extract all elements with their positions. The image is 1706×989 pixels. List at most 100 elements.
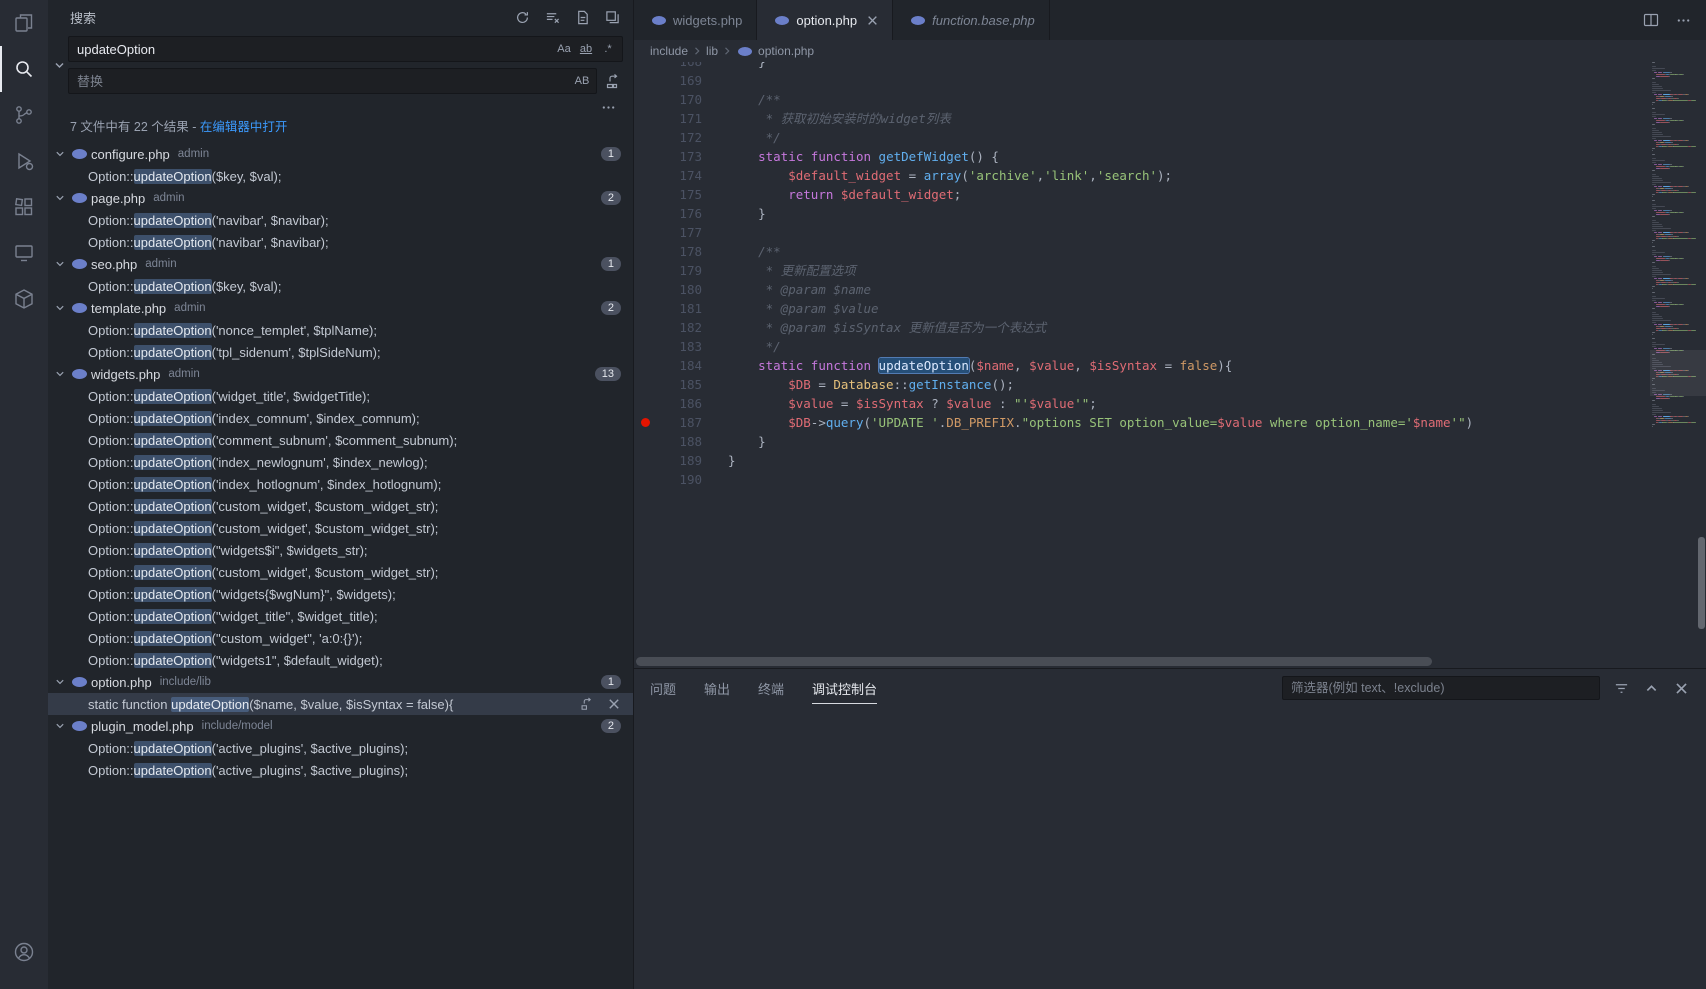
- code-line[interactable]: 172 */: [634, 128, 1650, 147]
- whole-word-toggle[interactable]: ab: [576, 39, 596, 59]
- search-file-row[interactable]: page.php admin 2: [48, 187, 633, 209]
- breadcrumb-item[interactable]: include: [650, 44, 688, 58]
- code-line[interactable]: 171 * 获取初始安装时的widget列表: [634, 109, 1650, 128]
- code-line[interactable]: 176 }: [634, 204, 1650, 223]
- breakpoint-gutter[interactable]: [634, 71, 656, 90]
- code-line[interactable]: 184 static function updateOption($name, …: [634, 356, 1650, 375]
- breakpoint-gutter[interactable]: [634, 204, 656, 223]
- panel-tab[interactable]: 输出: [704, 673, 730, 704]
- search-file-row[interactable]: configure.php admin 1: [48, 143, 633, 165]
- account-icon[interactable]: [0, 929, 48, 975]
- code-line[interactable]: 170 /**: [634, 90, 1650, 109]
- console-filter-input[interactable]: [1282, 676, 1600, 700]
- search-match-row[interactable]: Option::updateOption('navibar', $navibar…: [48, 231, 633, 253]
- breadcrumb-item[interactable]: lib: [706, 44, 718, 58]
- code-line[interactable]: 175 return $default_widget;: [634, 185, 1650, 204]
- vertical-scrollbar[interactable]: [1698, 537, 1705, 629]
- code-line[interactable]: 190: [634, 470, 1650, 489]
- search-input[interactable]: [77, 42, 554, 57]
- package-icon[interactable]: [0, 276, 48, 322]
- replace-all-icon[interactable]: [601, 70, 623, 92]
- breakpoint-gutter[interactable]: [634, 62, 656, 71]
- search-match-row[interactable]: Option::updateOption('custom_widget', $c…: [48, 561, 633, 583]
- breakpoint-gutter[interactable]: [634, 451, 656, 470]
- editor-tab[interactable]: function.base.php: [893, 0, 1050, 40]
- code-line[interactable]: 181 * @param $value: [634, 299, 1650, 318]
- code-line[interactable]: 183 */: [634, 337, 1650, 356]
- search-file-row[interactable]: option.php include/lib 1: [48, 671, 633, 693]
- breakpoint-gutter[interactable]: [634, 413, 656, 432]
- search-match-row[interactable]: Option::updateOption('active_plugins', $…: [48, 759, 633, 781]
- code-line[interactable]: 185 $DB = Database::getInstance();: [634, 375, 1650, 394]
- breakpoint-gutter[interactable]: [634, 147, 656, 166]
- search-match-row[interactable]: Option::updateOption('index_hotlognum', …: [48, 473, 633, 495]
- breakpoint-gutter[interactable]: [634, 261, 656, 280]
- explorer-icon[interactable]: [0, 0, 48, 46]
- breakpoint-gutter[interactable]: [634, 90, 656, 109]
- code-line[interactable]: 174 $default_widget = array('archive','l…: [634, 166, 1650, 185]
- search-file-row[interactable]: seo.php admin 1: [48, 253, 633, 275]
- search-match-row[interactable]: static function updateOption($name, $val…: [48, 693, 633, 715]
- search-icon[interactable]: [0, 46, 48, 92]
- search-match-row[interactable]: Option::updateOption("widgets$i", $widge…: [48, 539, 633, 561]
- search-match-row[interactable]: Option::updateOption('comment_subnum', $…: [48, 429, 633, 451]
- source-control-icon[interactable]: [0, 92, 48, 138]
- breakpoint-gutter[interactable]: [634, 185, 656, 204]
- breadcrumb-item[interactable]: option.php: [758, 44, 814, 58]
- editor-tab[interactable]: option.php: [757, 0, 893, 40]
- code-editor[interactable]: 168 } 169 170 /** 171 * 获取初始安装时的widget列表…: [634, 62, 1706, 668]
- search-file-row[interactable]: template.php admin 2: [48, 297, 633, 319]
- extensions-icon[interactable]: [0, 184, 48, 230]
- panel-filter-icon[interactable]: [1610, 677, 1632, 699]
- breakpoint-gutter[interactable]: [634, 470, 656, 489]
- search-match-row[interactable]: Option::updateOption('index_comnum', $in…: [48, 407, 633, 429]
- search-match-row[interactable]: Option::updateOption($key, $val);: [48, 165, 633, 187]
- code-line[interactable]: 178 /**: [634, 242, 1650, 261]
- new-search-editor-icon[interactable]: [571, 6, 593, 28]
- breakpoint-gutter[interactable]: [634, 394, 656, 413]
- code-line[interactable]: 189 }: [634, 451, 1650, 470]
- horizontal-scrollbar[interactable]: [636, 657, 1646, 666]
- editor-tab[interactable]: widgets.php: [634, 0, 757, 40]
- search-match-row[interactable]: Option::updateOption($key, $val);: [48, 275, 633, 297]
- breakpoint-gutter[interactable]: [634, 109, 656, 128]
- clear-results-icon[interactable]: [541, 6, 563, 28]
- breakpoint-icon[interactable]: [641, 418, 650, 427]
- search-match-row[interactable]: Option::updateOption('active_plugins', $…: [48, 737, 633, 759]
- code-line[interactable]: 182 * @param $isSyntax 更新值是否为一个表达式: [634, 318, 1650, 337]
- search-match-row[interactable]: Option::updateOption('widget_title', $wi…: [48, 385, 633, 407]
- breakpoint-gutter[interactable]: [634, 318, 656, 337]
- code-line[interactable]: 173 static function getDefWidget() {: [634, 147, 1650, 166]
- search-file-row[interactable]: plugin_model.php include/model 2: [48, 715, 633, 737]
- close-tab-icon[interactable]: [867, 15, 878, 26]
- breakpoint-gutter[interactable]: [634, 166, 656, 185]
- breakpoint-gutter[interactable]: [634, 337, 656, 356]
- breakpoint-gutter[interactable]: [634, 299, 656, 318]
- open-in-editor-link[interactable]: 在编辑器中打开: [200, 120, 288, 134]
- view-as-tree-icon[interactable]: [601, 6, 623, 28]
- refresh-icon[interactable]: [511, 6, 533, 28]
- code-line[interactable]: 168 }: [634, 62, 1650, 71]
- search-match-row[interactable]: Option::updateOption('custom_widget', $c…: [48, 495, 633, 517]
- code-line[interactable]: 187 $DB->query('UPDATE '.DB_PREFIX."opti…: [634, 413, 1650, 432]
- breakpoint-gutter[interactable]: [634, 356, 656, 375]
- breakpoint-gutter[interactable]: [634, 223, 656, 242]
- breakpoint-gutter[interactable]: [634, 242, 656, 261]
- search-match-row[interactable]: Option::updateOption('navibar', $navibar…: [48, 209, 633, 231]
- split-editor-icon[interactable]: [1640, 9, 1662, 31]
- breakpoint-gutter[interactable]: [634, 280, 656, 299]
- breakpoint-gutter[interactable]: [634, 128, 656, 147]
- breakpoint-gutter[interactable]: [634, 432, 656, 451]
- close-panel-icon[interactable]: [1670, 677, 1692, 699]
- preserve-case-toggle[interactable]: AB: [572, 71, 592, 91]
- minimap-slider[interactable]: [1650, 350, 1706, 396]
- code-line[interactable]: 177: [634, 223, 1650, 242]
- remote-explorer-icon[interactable]: [0, 230, 48, 276]
- breakpoint-gutter[interactable]: [634, 375, 656, 394]
- code-line[interactable]: 180 * @param $name: [634, 280, 1650, 299]
- regex-toggle[interactable]: .*: [598, 39, 618, 59]
- dismiss-match-icon[interactable]: [603, 693, 625, 715]
- toggle-replace-button[interactable]: [50, 36, 68, 94]
- code-line[interactable]: 188 }: [634, 432, 1650, 451]
- search-match-row[interactable]: Option::updateOption('tpl_sidenum', $tpl…: [48, 341, 633, 363]
